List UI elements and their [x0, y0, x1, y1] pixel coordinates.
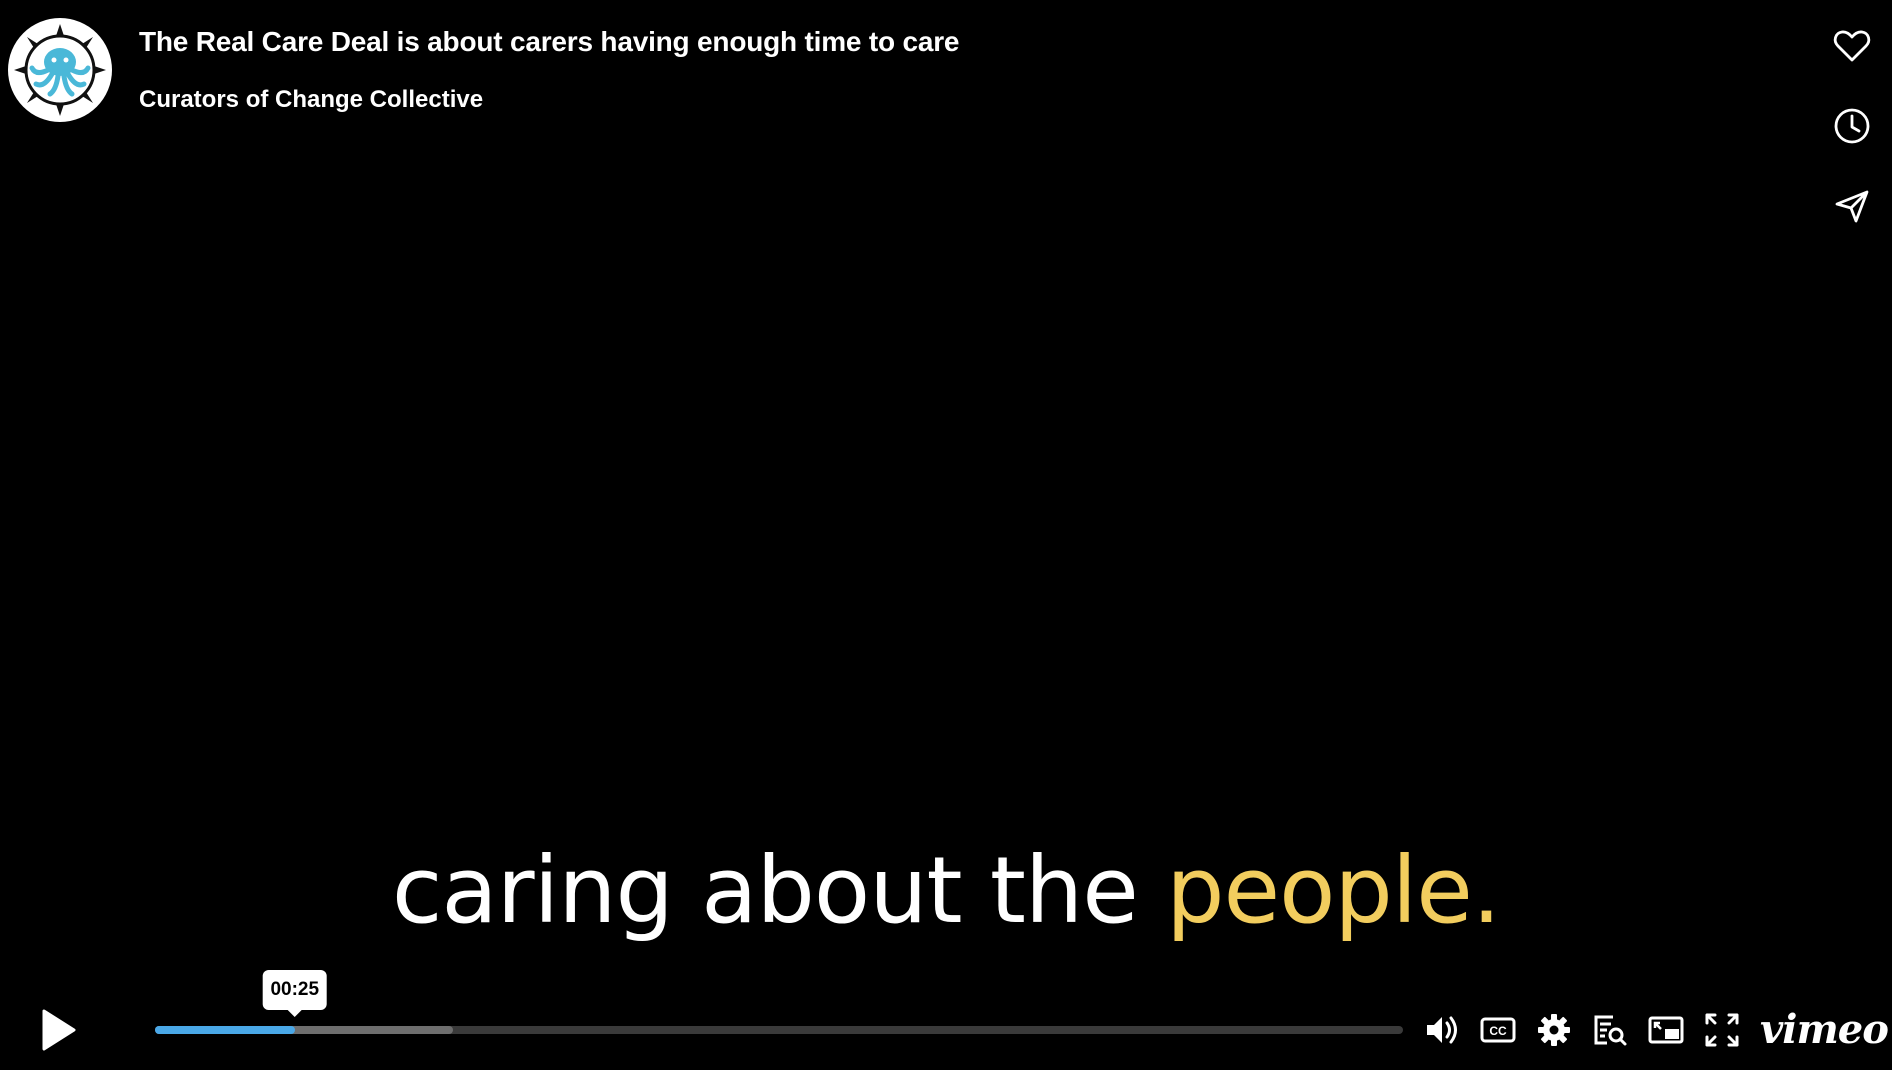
channel-name[interactable]: Curators of Change Collective — [139, 86, 483, 114]
channel-avatar[interactable] — [8, 18, 112, 122]
side-actions — [1826, 20, 1878, 260]
cc-icon: CC — [1480, 1017, 1516, 1043]
fullscreen-icon — [1705, 1013, 1739, 1047]
progress-bar[interactable] — [155, 1026, 1403, 1034]
subtitle-caption: caring about the people. — [0, 836, 1892, 946]
control-bar-right: CC vimeo — [1420, 1008, 1889, 1052]
transcript-button[interactable] — [1588, 1008, 1632, 1052]
picture-in-picture-button[interactable] — [1644, 1008, 1688, 1052]
share-button[interactable] — [1826, 180, 1878, 232]
caption-text: caring about the — [391, 837, 1167, 944]
heart-icon — [1833, 30, 1871, 62]
speaker-icon — [1427, 1016, 1457, 1044]
fullscreen-button[interactable] — [1700, 1008, 1744, 1052]
watch-later-button[interactable] — [1826, 100, 1878, 152]
gear-icon — [1538, 1014, 1570, 1046]
video-player[interactable]: The Real Care Deal is about carers havin… — [0, 0, 1892, 1070]
paper-plane-icon — [1835, 190, 1869, 223]
played-bar — [155, 1026, 295, 1034]
play-icon — [42, 1009, 76, 1051]
like-button[interactable] — [1826, 20, 1878, 72]
octopus-logo-icon — [10, 20, 110, 120]
pip-icon — [1648, 1016, 1684, 1044]
clock-icon — [1834, 108, 1870, 144]
svg-text:CC: CC — [1489, 1024, 1507, 1038]
volume-button[interactable] — [1420, 1008, 1464, 1052]
caption-highlight-text: people. — [1166, 837, 1501, 944]
settings-button[interactable] — [1532, 1008, 1576, 1052]
transcript-search-icon — [1594, 1015, 1627, 1046]
video-title[interactable]: The Real Care Deal is about carers havin… — [139, 26, 959, 58]
vimeo-logo[interactable]: vimeo — [1760, 1008, 1889, 1052]
play-button[interactable] — [36, 1006, 80, 1054]
hover-time-tooltip: 00:25 — [262, 970, 328, 1017]
captions-button[interactable]: CC — [1476, 1008, 1520, 1052]
